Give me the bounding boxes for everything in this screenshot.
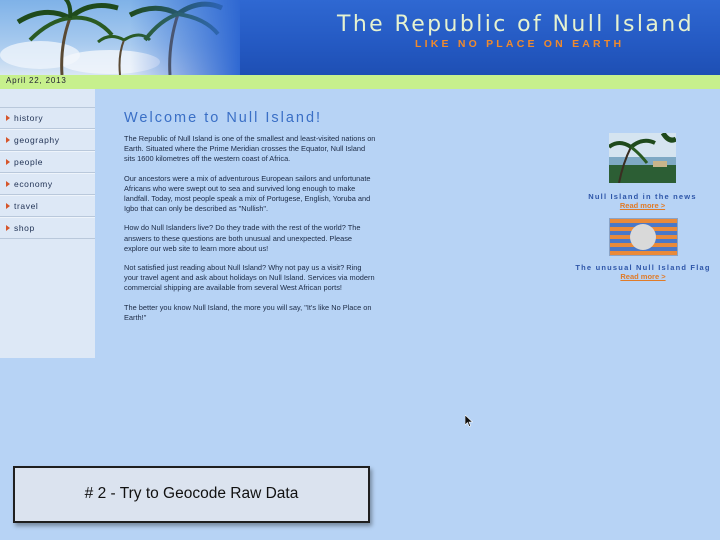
null-island-flag[interactable]	[609, 218, 678, 256]
site-tagline: LIKE NO PLACE ON EARTH	[415, 38, 625, 50]
arrow-bullet-icon	[6, 225, 10, 231]
slide-caption: # 2 - Try to Geocode Raw Data	[84, 485, 299, 502]
paragraph: Our ancestors were a mix of adventurous …	[124, 173, 371, 214]
sidebar-item-label: shop	[14, 223, 35, 233]
site-title: The Republic of Null Island	[337, 12, 694, 37]
arrow-bullet-icon	[6, 159, 10, 165]
arrow-bullet-icon	[6, 203, 10, 209]
arrow-bullet-icon	[6, 181, 10, 187]
arrow-bullet-icon	[6, 137, 10, 143]
site-header: The Republic of Null Island LIKE NO PLAC…	[0, 0, 720, 75]
sidebar-item-history[interactable]: history	[0, 107, 95, 129]
news-caption: Null Island in the news	[588, 192, 697, 201]
sidebar-item-label: people	[14, 157, 44, 167]
flag-caption: The unusual Null Island Flag	[575, 263, 711, 272]
flag-icon	[610, 219, 677, 255]
sidebar-nav: history geography people economy travel …	[0, 107, 95, 239]
slide-caption-box: # 2 - Try to Geocode Raw Data	[13, 466, 370, 523]
sidebar-item-shop[interactable]: shop	[0, 217, 95, 239]
sidebar-item-people[interactable]: people	[0, 151, 95, 173]
beach-photo-icon	[609, 133, 676, 183]
sidebar-item-label: economy	[14, 179, 53, 189]
intro-text: The Republic of Null Island is one of th…	[124, 134, 376, 332]
flag-read-more-link[interactable]: Read more >	[558, 272, 720, 281]
sidebar-item-economy[interactable]: economy	[0, 173, 95, 195]
current-date: April 22, 2013	[6, 76, 67, 85]
sidebar-item-label: history	[14, 113, 44, 123]
news-thumbnail[interactable]	[609, 133, 676, 183]
arrow-bullet-icon	[6, 115, 10, 121]
mouse-cursor-icon	[465, 415, 473, 427]
paragraph: Not satisfied just reading about Null Is…	[124, 263, 375, 293]
palm-tree-photo	[0, 0, 240, 75]
sidebar: history geography people economy travel …	[0, 89, 95, 358]
news-read-more-link[interactable]: Read more >	[560, 201, 720, 210]
paragraph: The Republic of Null Island is one of th…	[124, 134, 376, 164]
paragraph: The better you know Null Island, the mor…	[124, 302, 372, 322]
paragraph: How do Null Islanders live? Do they trad…	[124, 223, 361, 253]
sidebar-item-travel[interactable]: travel	[0, 195, 95, 217]
page-title: Welcome to Null Island!	[124, 110, 323, 126]
sidebar-item-label: travel	[14, 201, 39, 211]
sidebar-item-label: geography	[14, 135, 60, 145]
date-bar: April 22, 2013	[0, 75, 720, 89]
sidebar-item-geography[interactable]: geography	[0, 129, 95, 151]
